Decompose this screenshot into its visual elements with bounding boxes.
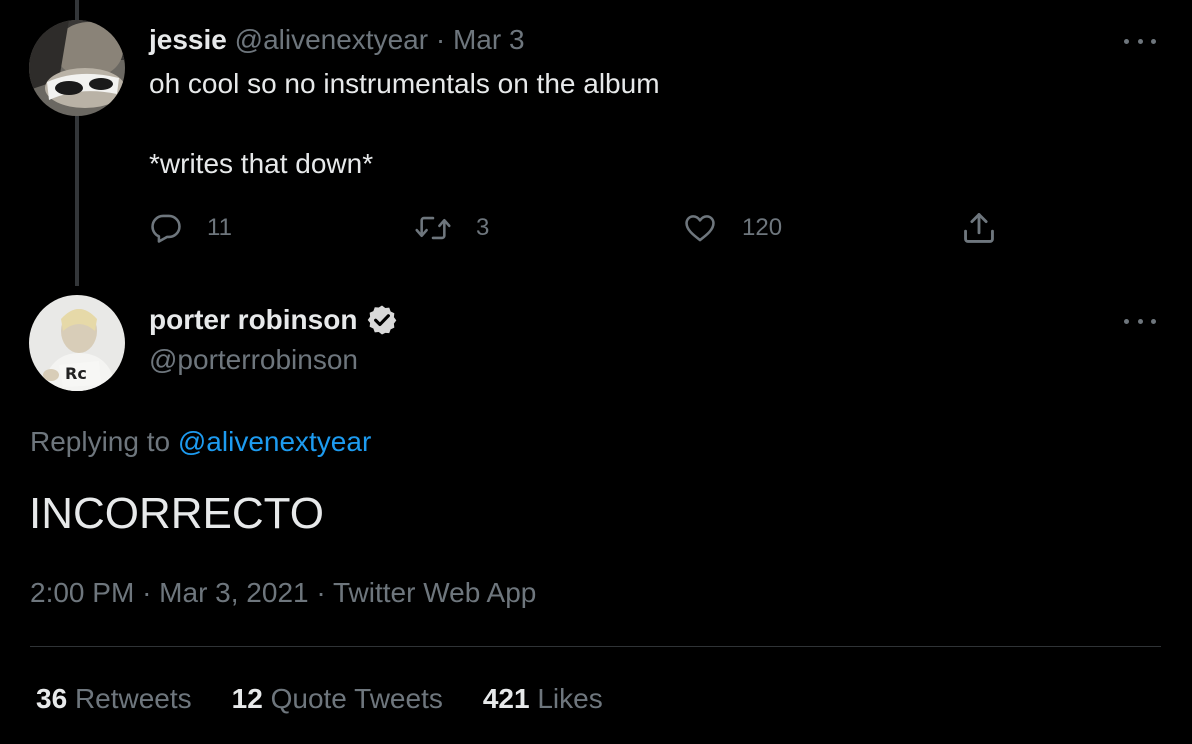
- reply-icon: [151, 214, 181, 243]
- quote-tweets-count: 12: [231, 683, 263, 714]
- likes-count: 421: [482, 683, 530, 714]
- author-name[interactable]: porter robinson: [149, 300, 357, 340]
- heart-icon: [685, 215, 715, 242]
- avatar-porter-robinson[interactable]: Rc: [29, 295, 125, 391]
- tweet-time[interactable]: 2:00 PM: [30, 577, 134, 608]
- meta-separator-1: ·: [142, 577, 152, 608]
- likes-stat[interactable]: 421 Likes: [483, 681, 603, 717]
- replying-prefix: Replying to: [30, 426, 171, 457]
- likes-label: Likes: [537, 683, 603, 714]
- tweet-full-date[interactable]: Mar 3, 2021: [159, 577, 308, 608]
- retweet-count: 3: [476, 214, 490, 241]
- retweet-button[interactable]: 3: [414, 210, 489, 246]
- replying-to-line: Replying to @alivenextyear: [30, 424, 371, 460]
- parent-tweet-text-line-2: *writes that down*: [149, 148, 374, 179]
- reply-button[interactable]: 11: [149, 210, 232, 246]
- main-author-name-row: porter robinson: [149, 300, 399, 340]
- avatar-jessie[interactable]: [29, 20, 125, 116]
- retweets-count: 36: [36, 683, 68, 714]
- author-name[interactable]: jessie: [149, 24, 227, 55]
- tweet-source[interactable]: Twitter Web App: [333, 577, 536, 608]
- like-button[interactable]: 120: [682, 210, 782, 246]
- quote-tweets-label: Quote Tweets: [270, 683, 443, 714]
- retweets-label: Retweets: [74, 683, 192, 714]
- share-icon: [964, 213, 994, 243]
- retweets-stat[interactable]: 36 Retweets: [36, 681, 192, 717]
- quote-tweets-stat[interactable]: 12 Quote Tweets: [232, 681, 443, 717]
- more-options-icon[interactable]: [1124, 311, 1156, 331]
- verified-badge-icon: [368, 305, 397, 335]
- meta-separator-2: ·: [316, 577, 326, 608]
- author-handle[interactable]: @alivenextyear: [235, 24, 428, 55]
- replying-mention-link[interactable]: @alivenextyear: [178, 426, 371, 457]
- stats-divider: [30, 646, 1161, 647]
- main-tweet-text: INCORRECTO: [29, 489, 324, 538]
- reply-count: 11: [207, 214, 232, 241]
- more-options-icon[interactable]: [1124, 31, 1156, 51]
- author-handle[interactable]: @porterrobinson: [149, 342, 358, 378]
- share-button[interactable]: [960, 210, 998, 246]
- svg-text:Rc: Rc: [65, 364, 87, 383]
- tweet-meta: 2:00 PM · Mar 3, 2021 · Twitter Web App: [30, 575, 536, 611]
- parent-tweet-text-line-1: oh cool so no instrumentals on the album: [149, 68, 660, 99]
- retweet-icon: [415, 216, 451, 240]
- header-separator: ·: [435, 24, 446, 55]
- parent-tweet-header: jessie @alivenextyear · Mar 3: [149, 22, 525, 58]
- engagement-stats: 36 Retweets 12 Quote Tweets 421 Likes: [36, 681, 643, 717]
- like-count: 120: [742, 214, 783, 241]
- tweet-date[interactable]: Mar 3: [453, 24, 525, 55]
